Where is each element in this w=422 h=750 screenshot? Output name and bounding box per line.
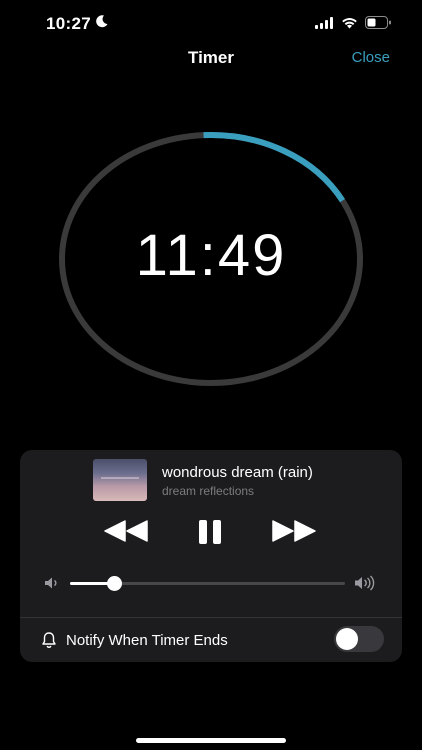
volume-low-icon bbox=[44, 576, 60, 595]
volume-high-icon bbox=[354, 575, 378, 596]
artwork-caption bbox=[101, 477, 139, 479]
track-title: wondrous dream (rain) bbox=[162, 464, 313, 481]
rewind-button[interactable] bbox=[104, 520, 148, 547]
status-time: 10:27 bbox=[46, 14, 91, 33]
fast-forward-icon bbox=[272, 520, 316, 542]
cellular-signal-icon bbox=[315, 16, 334, 34]
track-artist: dream reflections bbox=[162, 484, 255, 498]
status-bar: 10:27 bbox=[0, 0, 422, 46]
battery-icon bbox=[365, 16, 392, 34]
fast-forward-button[interactable] bbox=[272, 520, 316, 547]
timer-remaining: 11:49 bbox=[135, 223, 287, 288]
pause-icon bbox=[199, 520, 221, 544]
notify-label: Notify When Timer Ends bbox=[66, 632, 228, 649]
now-playing-card: wondrous dream (rain) dream reflections bbox=[20, 450, 402, 662]
notify-toggle[interactable] bbox=[334, 626, 384, 652]
wifi-icon bbox=[341, 16, 358, 34]
toggle-knob bbox=[336, 628, 358, 650]
volume-slider[interactable] bbox=[70, 576, 345, 591]
volume-slider-thumb[interactable] bbox=[107, 576, 122, 591]
divider bbox=[20, 617, 402, 618]
timer-ring-progress bbox=[203, 132, 346, 203]
home-indicator[interactable] bbox=[136, 738, 286, 743]
header: Timer Close bbox=[0, 46, 422, 72]
status-icons bbox=[315, 16, 392, 34]
close-button[interactable]: Close bbox=[352, 49, 390, 66]
rewind-icon bbox=[104, 520, 148, 542]
album-artwork bbox=[93, 459, 147, 501]
pause-button[interactable] bbox=[197, 519, 223, 550]
moon-icon bbox=[95, 14, 109, 33]
bell-icon bbox=[40, 631, 58, 654]
